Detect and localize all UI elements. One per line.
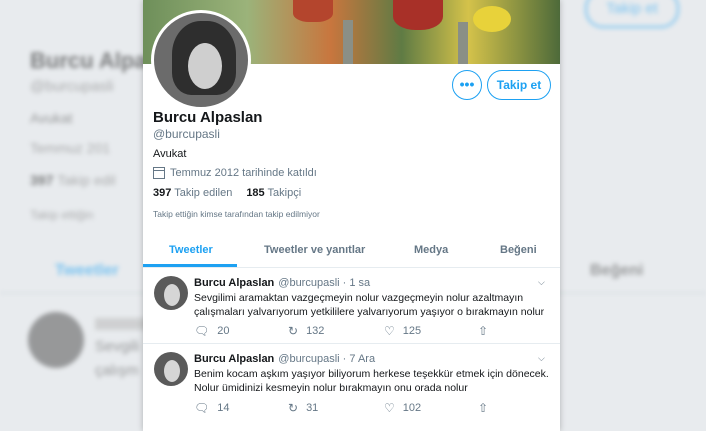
followers-label: Takipçi bbox=[267, 187, 302, 199]
tweet-item[interactable]: Burcu Alpaslan @burcupasli · 7 Ara ⌵ Beni… bbox=[143, 344, 560, 431]
bg-profile-handle: @burcupasli bbox=[30, 78, 114, 95]
bg-joined: Temmuz 201 bbox=[30, 140, 111, 156]
profile-stats: 397 Takip edilen 185 Takipçi bbox=[153, 187, 301, 199]
profile-joined: Temmuz 2012 tarihinde katıldı bbox=[153, 167, 317, 179]
tab-tweets-and-replies[interactable]: Tweetler ve yanıtlar bbox=[264, 244, 365, 256]
bg-follow-button: Takip et bbox=[585, 0, 679, 28]
bg-tweet-text-a: Sevgili bbox=[95, 338, 140, 355]
avatar-face bbox=[188, 43, 222, 89]
tweet-item[interactable]: Burcu Alpaslan @burcupasli · 1 sa ⌵ Sevgi… bbox=[143, 268, 560, 344]
reply-count: 20 bbox=[217, 325, 230, 337]
banner-fence-post bbox=[458, 22, 468, 64]
tweet-header: Burcu Alpaslan @burcupasli · 7 Ara bbox=[194, 353, 375, 365]
tweet-author-name[interactable]: Burcu Alpaslan bbox=[194, 277, 274, 289]
retweet-icon: ↻ bbox=[288, 401, 299, 415]
following-count: 397 bbox=[153, 187, 172, 199]
bg-notice: Takip ettiğin bbox=[30, 208, 94, 222]
reply-count: 14 bbox=[217, 402, 230, 414]
tweet-author-handle[interactable]: @burcupasli bbox=[278, 277, 339, 289]
bg-tab-likes: Beğeni bbox=[590, 262, 644, 279]
tweet-time[interactable]: · 1 sa bbox=[343, 277, 371, 289]
calendar-icon bbox=[153, 167, 165, 179]
tab-likes[interactable]: Beğeni bbox=[500, 244, 537, 256]
tweet-avatar[interactable] bbox=[154, 276, 188, 310]
chevron-down-icon[interactable]: ⌵ bbox=[538, 353, 545, 364]
bg-tweet-text-b: çalışm bbox=[95, 362, 139, 379]
bg-avatar bbox=[28, 312, 84, 368]
like-count: 125 bbox=[402, 325, 422, 337]
tweet-text: Sevgilimi aramaktan vazgeçmeyin nolur va… bbox=[194, 292, 545, 318]
heart-icon: ♡ bbox=[384, 324, 395, 338]
joined-text: Temmuz 2012 tarihinde katıldı bbox=[170, 167, 317, 179]
banner-bird bbox=[293, 0, 333, 22]
follow-button[interactable]: Takip et bbox=[487, 70, 551, 100]
followers-count: 185 bbox=[246, 187, 265, 199]
profile-avatar[interactable] bbox=[151, 10, 251, 110]
bg-bio: Avukat bbox=[30, 110, 73, 126]
reply-icon: 🗨︎ bbox=[194, 324, 210, 338]
follow-notice: Takip ettiğin kimse tarafından takip edi… bbox=[153, 209, 320, 219]
active-tab-indicator bbox=[143, 264, 237, 267]
like-button[interactable]: ♡ 125 bbox=[384, 324, 421, 338]
banner-fence-post bbox=[343, 20, 353, 64]
tab-media[interactable]: Medya bbox=[414, 244, 448, 256]
following-link[interactable]: 397 Takip edilen bbox=[153, 187, 232, 199]
reply-icon: 🗨︎ bbox=[194, 401, 210, 415]
retweet-count: 31 bbox=[306, 402, 319, 414]
profile-name: Burcu Alpaslan bbox=[153, 109, 263, 126]
banner-bird bbox=[473, 6, 511, 32]
banner-bird bbox=[393, 0, 443, 30]
retweet-count: 132 bbox=[306, 325, 325, 337]
bg-stats: 397 Takip edil bbox=[30, 172, 116, 188]
chevron-down-icon[interactable]: ⌵ bbox=[538, 277, 545, 288]
bg-tab-tweets: Tweetler bbox=[55, 262, 119, 279]
bg-following-count: 397 bbox=[30, 172, 54, 188]
profile-card: ••• Takip et Burcu Alpaslan @burcupasli … bbox=[143, 0, 560, 431]
tweet-actions: 🗨︎ 14 ↻ 31 ♡ 102 ⇧ bbox=[194, 401, 494, 415]
share-button[interactable]: ⇧ bbox=[478, 324, 496, 338]
retweet-icon: ↻ bbox=[288, 324, 299, 338]
share-icon: ⇧ bbox=[478, 324, 489, 338]
tweet-header: Burcu Alpaslan @burcupasli · 1 sa bbox=[194, 277, 370, 289]
following-label: Takip edilen bbox=[174, 187, 233, 199]
tweet-time[interactable]: · 7 Ara bbox=[343, 353, 375, 365]
share-button[interactable]: ⇧ bbox=[478, 401, 496, 415]
bg-following-label: Takip edil bbox=[57, 172, 116, 188]
heart-icon: ♡ bbox=[384, 401, 395, 415]
profile-handle: @burcupasli bbox=[153, 127, 220, 141]
profile-bio: Avukat bbox=[153, 148, 187, 160]
share-icon: ⇧ bbox=[478, 401, 489, 415]
tweet-actions: 🗨︎ 20 ↻ 132 ♡ 125 ⇧ bbox=[194, 324, 494, 338]
tweet-author-handle[interactable]: @burcupasli bbox=[278, 353, 339, 365]
profile-tabs: Tweetler Tweetler ve yanıtlar Medya Beğe… bbox=[143, 236, 560, 268]
tweet-text: Benim kocam aşkım yaşıyor biliyorum herk… bbox=[194, 368, 549, 394]
like-count: 102 bbox=[402, 402, 422, 414]
tab-tweets[interactable]: Tweetler bbox=[169, 244, 213, 256]
retweet-button[interactable]: ↻ 31 bbox=[288, 401, 318, 415]
reply-button[interactable]: 🗨︎ 20 bbox=[194, 324, 229, 338]
followers-link[interactable]: 185 Takipçi bbox=[246, 187, 301, 199]
tweet-author-name[interactable]: Burcu Alpaslan bbox=[194, 353, 274, 365]
tweet-avatar[interactable] bbox=[154, 352, 188, 386]
retweet-button[interactable]: ↻ 132 bbox=[288, 324, 324, 338]
reply-button[interactable]: 🗨︎ 14 bbox=[194, 401, 229, 415]
like-button[interactable]: ♡ 102 bbox=[384, 401, 421, 415]
more-options-button[interactable]: ••• bbox=[452, 70, 482, 100]
